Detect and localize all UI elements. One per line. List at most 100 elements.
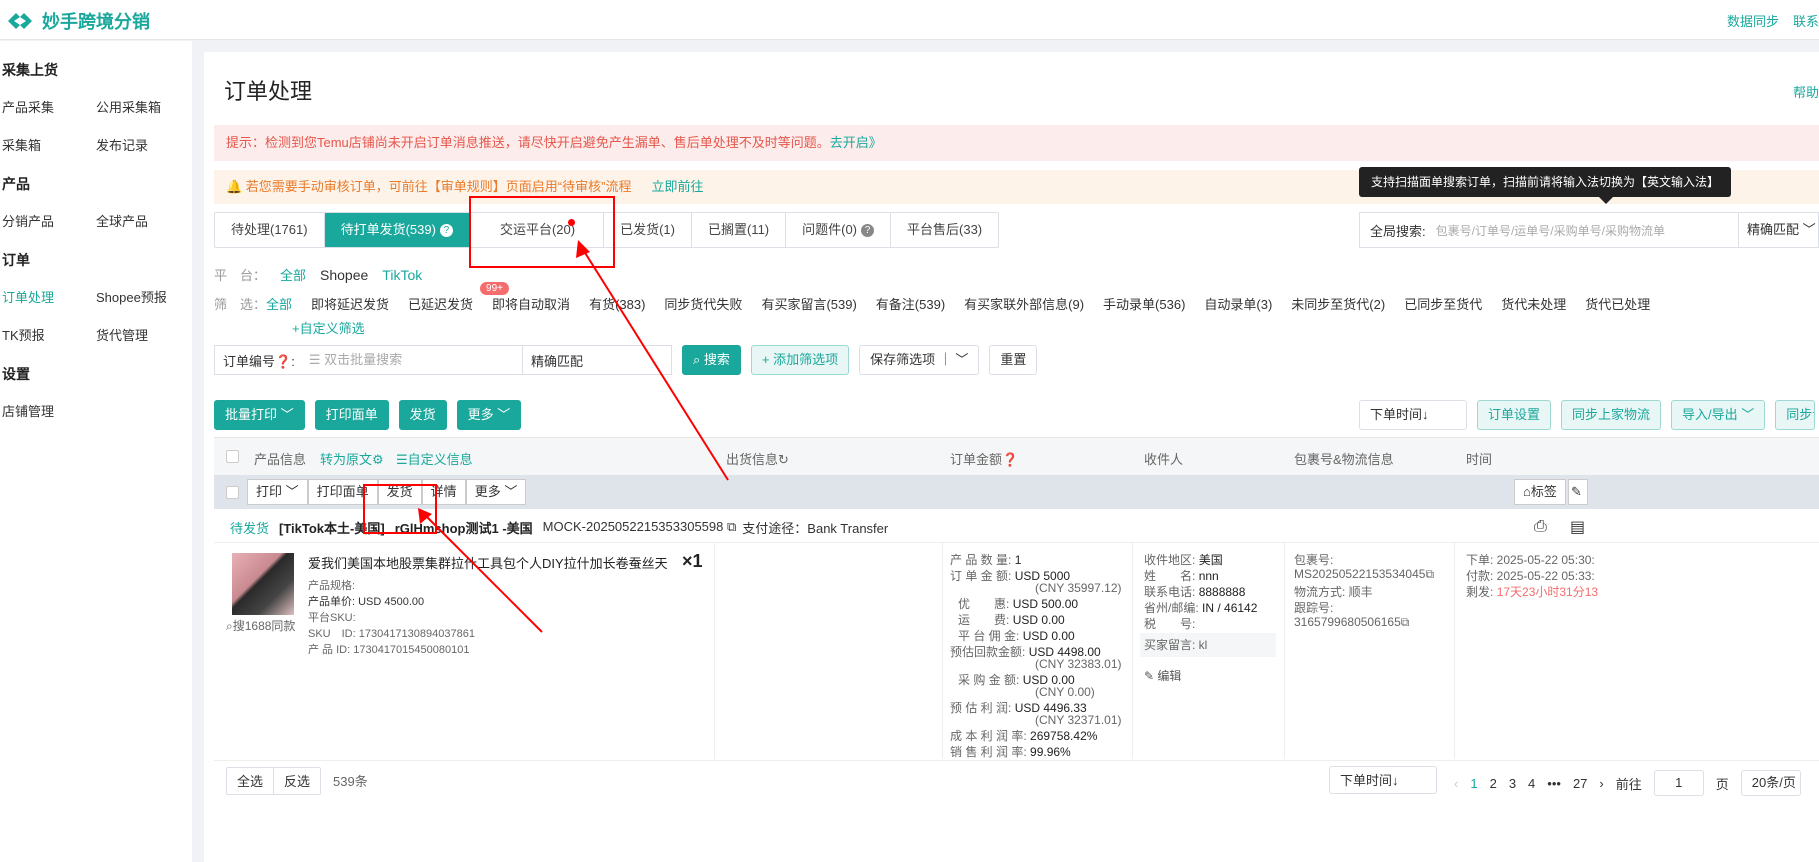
next-page-icon[interactable]: ›: [1599, 776, 1603, 791]
filter-external[interactable]: 有买家联外部信息(9): [964, 294, 1084, 313]
match-mode-select[interactable]: 精确匹配 ﹀: [1738, 213, 1818, 247]
save-filter-button[interactable]: 保存筛选项 ｜ ﹀: [859, 345, 980, 375]
add-filter-button[interactable]: + 添加筛选项: [750, 345, 850, 375]
tab-problem[interactable]: 问题件(0)?: [786, 213, 892, 247]
reset-button[interactable]: 重置: [989, 345, 1038, 375]
page-3[interactable]: 3: [1509, 776, 1516, 791]
product-thumbnail[interactable]: [232, 553, 294, 615]
batch-print-button[interactable]: 批量打印 ﹀: [214, 400, 305, 430]
filter-has-note[interactable]: 有备注(539): [876, 294, 945, 313]
prev-page-icon[interactable]: ‹: [1454, 776, 1458, 791]
enable-push-link[interactable]: 去开启》: [830, 135, 882, 150]
copy-icon[interactable]: ⧉: [1425, 567, 1434, 581]
filter-delayed[interactable]: 已延迟发货 99+: [408, 282, 509, 313]
clipboard-icon[interactable]: ▤: [1570, 517, 1585, 537]
sidebar-item-dist-product[interactable]: 分销产品: [0, 203, 94, 241]
tab-shelved[interactable]: 已搁置(11): [692, 213, 787, 247]
table-header: 产品信息 转为原文⚙ ☰自定义信息 出货信息↻ 订单金额❓ 收件人 包裹号&物流…: [214, 437, 1819, 475]
refresh-icon[interactable]: ↻: [778, 452, 789, 467]
translate-link[interactable]: 转为原文⚙: [320, 449, 384, 468]
filter-soon-delay[interactable]: 即将延迟发货: [311, 294, 389, 313]
sidebar-item-collect-box[interactable]: 采集箱: [0, 127, 94, 165]
select-all-button[interactable]: 全选: [226, 766, 275, 795]
platform-tiktok[interactable]: TikTok: [382, 267, 422, 283]
select-all-checkbox[interactable]: [226, 450, 239, 463]
sidebar-item-product-collect[interactable]: 产品采集: [0, 89, 94, 127]
order-number-input[interactable]: ☰ 双击批量搜索: [303, 346, 523, 374]
product-title[interactable]: 爱我们美国本地股票集群拉什工具包个人DIY拉什加长卷蚕丝天...: [308, 553, 668, 572]
page-27[interactable]: 27: [1573, 776, 1587, 791]
data-sync-link[interactable]: 数据同步: [1727, 11, 1779, 30]
filter-synced[interactable]: 已同步至货代: [1404, 294, 1482, 313]
help-link[interactable]: 帮助: [1793, 82, 1819, 101]
platform-shopee[interactable]: Shopee: [320, 267, 368, 283]
search-icon: ⌕: [693, 352, 704, 367]
app-logo[interactable]: 妙手跨境分销: [6, 8, 150, 34]
edit-icon[interactable]: ✎: [1568, 479, 1588, 505]
invert-select-button[interactable]: 反选: [273, 766, 322, 795]
sidebar-group-product: 产品: [2, 176, 30, 192]
page-input[interactable]: 1: [1653, 770, 1704, 796]
import-export-button[interactable]: 导入/导出 ﹀: [1671, 400, 1766, 430]
filter-manual[interactable]: 手动录单(536): [1103, 294, 1185, 313]
sidebar-group-settings: 设置: [2, 366, 30, 382]
copy-icon[interactable]: ⧉: [1401, 615, 1410, 629]
sidebar-item-shopee-forecast[interactable]: Shopee预报: [94, 279, 188, 317]
goto-label: 前往: [1615, 776, 1642, 792]
filter-buyer-msg[interactable]: 有买家留言(539): [761, 294, 856, 313]
edit-link[interactable]: ✎ 编辑: [1144, 667, 1181, 684]
sidebar-item-forwarder[interactable]: 货代管理: [94, 317, 188, 355]
page-2[interactable]: 2: [1490, 776, 1497, 791]
quantity: ×1: [682, 551, 703, 571]
print-dropdown[interactable]: 打印 ﹀: [247, 479, 308, 505]
filter-sync-fail[interactable]: 同步货代失败: [664, 294, 742, 313]
tab-shipped[interactable]: 已发货(1): [604, 213, 692, 247]
sync-order-button[interactable]: 同步订单: [1775, 400, 1816, 430]
filter-fwd-pending[interactable]: 货代未处理: [1501, 294, 1566, 313]
more-button[interactable]: 更多 ﹀: [456, 400, 522, 430]
sidebar-item-store-manage[interactable]: 店铺管理: [0, 393, 94, 431]
page-size-select[interactable]: 20条/页: [1740, 770, 1801, 796]
custom-info-link[interactable]: ☰自定义信息: [396, 449, 473, 468]
filter-soon-cancel[interactable]: 即将自动取消: [492, 294, 570, 313]
order-settings-button[interactable]: 订单设置: [1477, 400, 1552, 430]
page-4[interactable]: 4: [1528, 776, 1535, 791]
search-button[interactable]: ⌕ 搜索: [682, 345, 741, 375]
print-label-button[interactable]: 打印面单: [314, 400, 389, 430]
sidebar-item-order-process[interactable]: 订单处理: [0, 279, 94, 317]
go-now-link[interactable]: 立即前往: [651, 179, 703, 194]
filter-fwd-done[interactable]: 货代已处理: [1585, 294, 1650, 313]
tab-aftersale[interactable]: 平台售后(33): [891, 213, 998, 247]
filter-auto[interactable]: 自动录单(3): [1204, 294, 1272, 313]
custom-filter-link[interactable]: +自定义筛选: [292, 318, 365, 337]
tab-pending[interactable]: 待处理(1761): [215, 213, 325, 247]
global-search-input[interactable]: 包裹号/订单号/运单号/采购单号/采购物流单: [1436, 222, 1738, 239]
platform-all[interactable]: 全部: [280, 265, 306, 284]
contact-link[interactable]: 联系: [1793, 11, 1819, 30]
filter-in-stock[interactable]: 有货(383): [589, 294, 645, 313]
tag-button[interactable]: ⌂标签: [1514, 479, 1566, 505]
col-logistics: 包裹号&物流信息: [1294, 452, 1394, 467]
filter-not-synced[interactable]: 未同步至货代(2): [1291, 294, 1385, 313]
copy-icon[interactable]: ⧉: [727, 519, 736, 534]
order-checkbox[interactable]: [226, 485, 239, 499]
page-ellipsis[interactable]: •••: [1547, 776, 1561, 791]
list-icon: ☰: [396, 452, 408, 467]
sidebar-item-public-box[interactable]: 公用采集箱: [94, 89, 188, 127]
sidebar-item-global-product[interactable]: 全球产品: [94, 203, 188, 241]
tab-to-ship[interactable]: 待打单发货(539)?: [324, 213, 470, 247]
footer-sort-select[interactable]: 下单时间↓: [1329, 766, 1437, 794]
review-text: 🔔 若您需要手动审核订单，可前往【审单规则】页面启用“待审核”流程: [226, 179, 632, 194]
search-1688-link[interactable]: ⌕搜1688同款: [226, 617, 295, 634]
ship-button[interactable]: 发货: [398, 400, 447, 430]
sort-select[interactable]: 下单时间↓: [1359, 400, 1467, 430]
order-match-select[interactable]: 精确匹配: [523, 351, 671, 370]
sync-logistics-button[interactable]: 同步上家物流: [1561, 400, 1662, 430]
printer-icon[interactable]: ⎙: [1534, 518, 1547, 536]
quick-filters: 筛 选： 全部 即将延迟发货 已延迟发货 99+ 即将自动取消 有货(383) 同…: [214, 282, 1669, 313]
sidebar-item-tk-forecast[interactable]: TK预报: [0, 317, 94, 355]
page-1[interactable]: 1: [1470, 776, 1477, 791]
more-sub-dropdown[interactable]: 更多 ﹀: [465, 479, 527, 505]
filter-all[interactable]: 全部: [266, 294, 292, 313]
sidebar-item-publish-log[interactable]: 发布记录: [94, 127, 188, 165]
